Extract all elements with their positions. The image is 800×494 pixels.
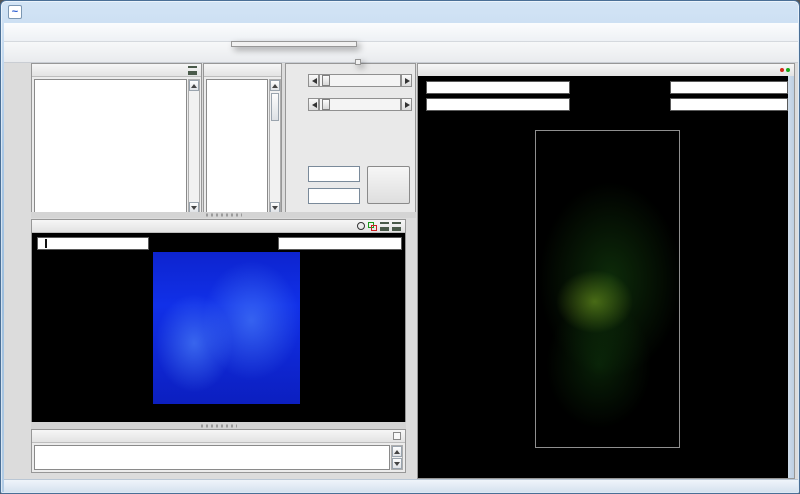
frames-panel-header — [204, 64, 281, 77]
roi-icon[interactable] — [368, 222, 377, 231]
a-slider-left-arrow[interactable] — [308, 98, 319, 111]
d-slider-right-arrow[interactable] — [401, 74, 412, 87]
message-text — [34, 445, 390, 470]
frames-panel — [203, 63, 282, 216]
horizontal-splitter[interactable] — [31, 212, 416, 218]
intensity-histogram[interactable] — [278, 237, 402, 250]
files-scrollbar[interactable] — [188, 79, 200, 214]
a-threshold-input[interactable] — [308, 188, 360, 204]
panel-menu-icon[interactable] — [393, 432, 401, 440]
a-slider-right-arrow[interactable] — [401, 98, 412, 111]
raw-data-panel — [31, 219, 406, 426]
green-histogram[interactable] — [670, 81, 788, 94]
list-icon[interactable] — [380, 222, 389, 231]
menu-bar — [4, 23, 798, 42]
d-threshold-input[interactable] — [308, 166, 360, 182]
fret-image-plot[interactable] — [535, 130, 680, 448]
frames-scrollbar[interactable] — [269, 79, 281, 214]
frames-list[interactable] — [206, 79, 268, 214]
scroll-up-button[interactable] — [189, 80, 199, 91]
d-slider-thumb[interactable] — [322, 75, 330, 86]
list-icon[interactable] — [392, 222, 401, 231]
green-indicator-icon — [786, 68, 790, 72]
d-slider-track[interactable] — [319, 74, 401, 87]
peakfinder-panel — [285, 63, 416, 216]
a-slider-thumb[interactable] — [322, 99, 330, 110]
performance-menu — [231, 41, 357, 47]
raw-image-plot[interactable] — [153, 252, 300, 404]
files-panel-header — [32, 64, 201, 77]
files-panel — [31, 63, 202, 216]
green-slider[interactable] — [426, 81, 570, 94]
files-list[interactable] — [34, 79, 187, 214]
scroll-down-button[interactable] — [392, 458, 402, 469]
circle-icon[interactable] — [357, 222, 365, 230]
red-histogram[interactable] — [670, 98, 788, 111]
panel-scrollbar[interactable] — [788, 76, 794, 478]
toolbar — [4, 42, 798, 63]
frame-slider[interactable] — [37, 237, 149, 250]
message-scrollbar[interactable] — [391, 445, 403, 470]
raw-data-header — [32, 220, 405, 233]
title-bar[interactable]: ~ — [1, 1, 799, 23]
a-slider-track[interactable] — [319, 98, 401, 111]
message-board-panel — [31, 429, 406, 473]
scroll-up-button[interactable] — [392, 446, 402, 457]
scroll-thumb[interactable] — [271, 93, 279, 121]
status-bar — [4, 479, 798, 492]
fret-image-panel — [417, 63, 795, 479]
message-board-header — [32, 430, 405, 443]
parallel-computing-submenu — [355, 59, 361, 65]
red-indicator-icon — [780, 68, 784, 72]
raw-image-area — [32, 233, 405, 425]
horizontal-splitter[interactable] — [31, 422, 406, 429]
fret-image-area — [418, 76, 794, 478]
d-slider-left-arrow[interactable] — [308, 74, 319, 87]
client-area — [4, 63, 798, 479]
red-slider[interactable] — [426, 98, 570, 111]
run-button[interactable] — [367, 166, 410, 204]
app-window: ~ — [0, 0, 800, 494]
panel-menu-icon[interactable] — [188, 66, 197, 75]
scroll-up-button[interactable] — [270, 80, 280, 91]
app-icon: ~ — [8, 5, 22, 19]
